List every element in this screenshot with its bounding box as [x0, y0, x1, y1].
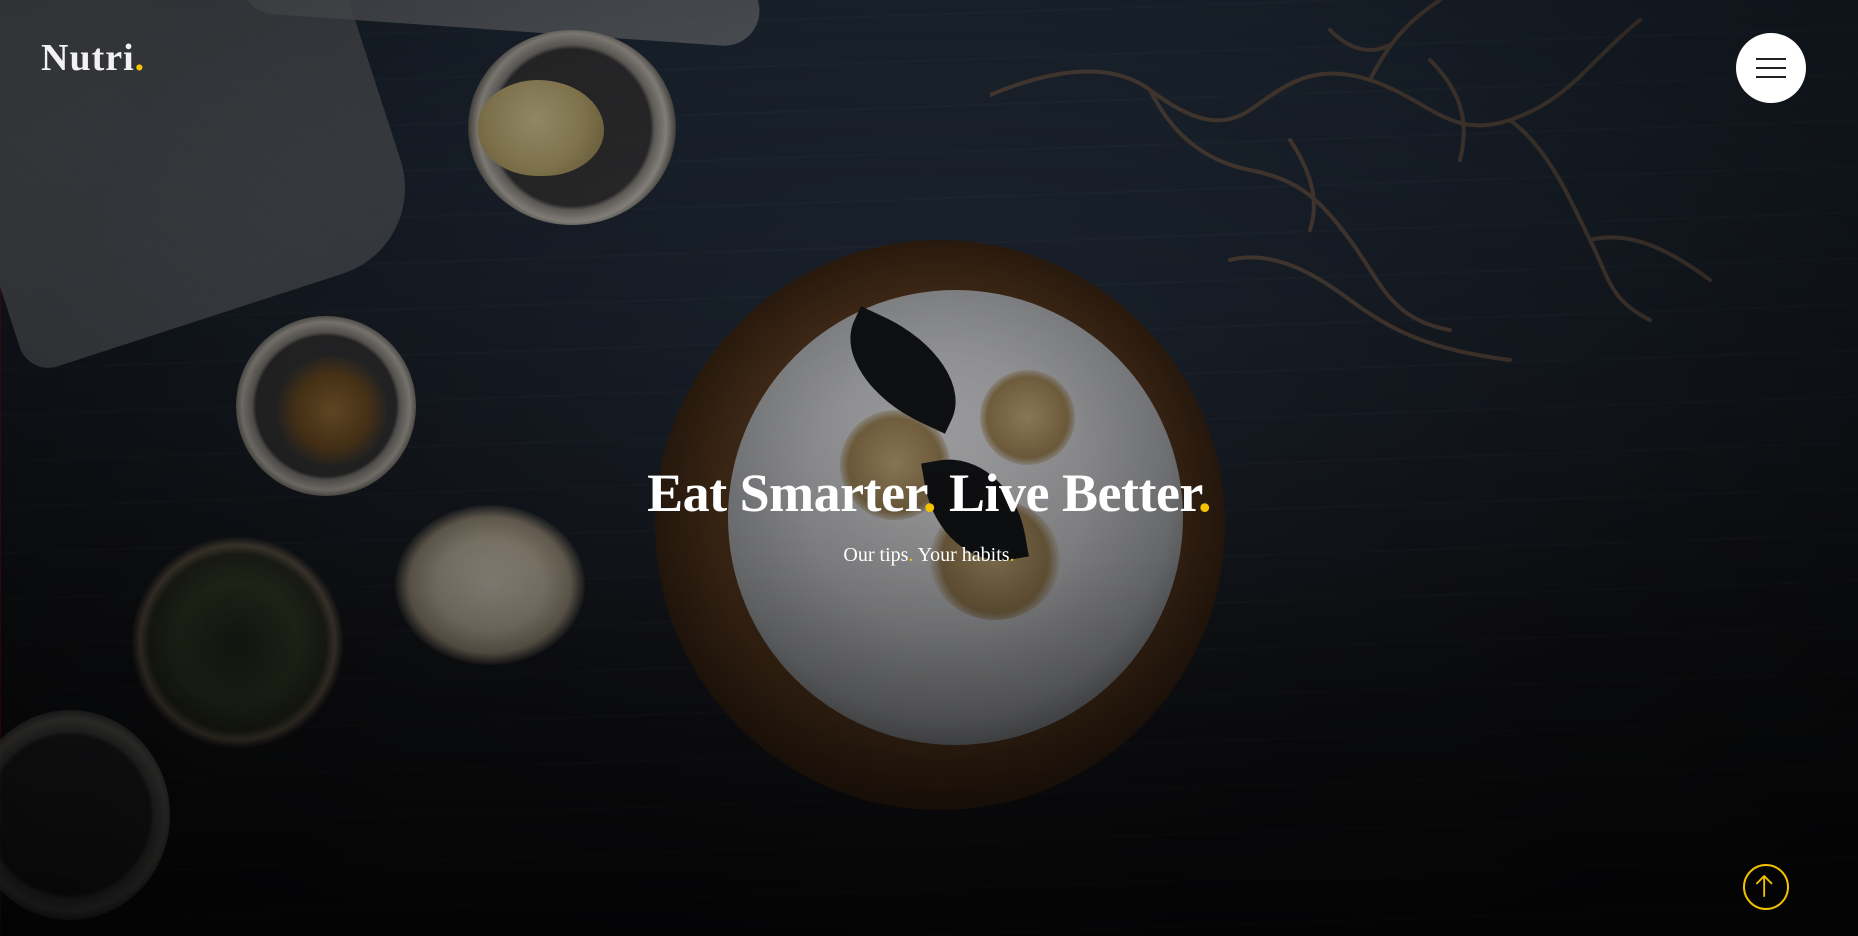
- hero-subline: Our tips. Your habits.: [0, 544, 1858, 567]
- headline-dot-1: .: [923, 463, 937, 523]
- hamburger-menu-icon-line: [1756, 67, 1786, 69]
- subline-part-1: Our tips: [843, 544, 909, 566]
- scroll-to-top-button[interactable]: [1743, 864, 1789, 910]
- headline-dot-2: .: [1197, 463, 1212, 523]
- site-logo[interactable]: Nutri.: [41, 36, 145, 80]
- headline-part-2: Live Better: [936, 463, 1198, 523]
- menu-button[interactable]: [1736, 33, 1806, 103]
- arrow-up-icon: [1755, 875, 1773, 898]
- hero-headline: Eat Smarter. Live Better.: [0, 462, 1858, 524]
- subline-dot-2: .: [1009, 544, 1015, 566]
- headline-part-1: Eat Smarter: [647, 463, 924, 523]
- logo-dot: .: [134, 37, 146, 79]
- logo-text: Nutri: [41, 37, 135, 79]
- hamburger-menu-icon: [1756, 58, 1786, 60]
- hero-section: Nutri. Eat Smarter. Live Better. Our tip…: [0, 0, 1858, 936]
- hamburger-menu-icon-line: [1756, 76, 1786, 78]
- hero-text: Eat Smarter. Live Better. Our tips. Your…: [0, 462, 1858, 567]
- subline-part-2: Your habits: [913, 544, 1010, 566]
